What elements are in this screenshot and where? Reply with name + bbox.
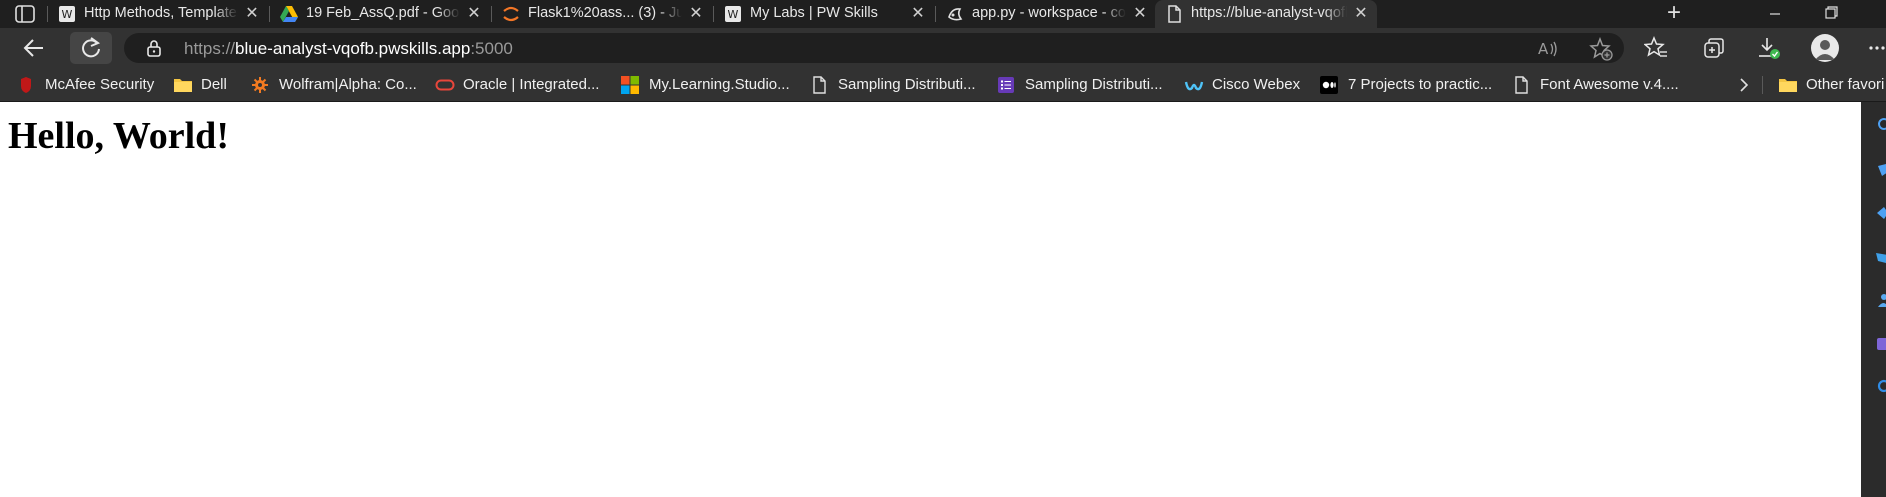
restore-button[interactable] — [1808, 0, 1854, 28]
bookmark-label: Oracle | Integrated... — [463, 76, 600, 93]
favorites-icon[interactable] — [1643, 36, 1668, 60]
tab-http-methods[interactable]: W Http Methods, Templates, Pr ✕ — [48, 0, 268, 28]
tools-icon[interactable] — [1874, 205, 1886, 221]
profile-avatar[interactable] — [1811, 34, 1839, 62]
bookmark-label: Other favori — [1806, 76, 1885, 93]
page-icon — [810, 76, 828, 94]
tab-title: My Labs | PW Skills — [750, 5, 878, 21]
minimize-button[interactable] — [1752, 0, 1798, 28]
svg-text:W: W — [62, 8, 73, 21]
tab-code-server[interactable]: app.py - workspace - code- ✕ — [936, 0, 1156, 28]
search-icon[interactable] — [1874, 116, 1886, 132]
bookmarks-separator — [1762, 76, 1763, 94]
new-tab-button[interactable]: + — [1662, 1, 1686, 26]
svg-text:A: A — [1538, 40, 1549, 58]
medium-icon — [1320, 76, 1338, 94]
bookmark-label: Dell — [201, 76, 227, 93]
office-icon[interactable] — [1874, 336, 1886, 352]
url-text[interactable]: https://blue-analyst-vqofb.pwskills.app:… — [184, 39, 513, 59]
tab-active-flask-app[interactable]: https://blue-analyst-vqofb.p ✕ — [1155, 0, 1377, 28]
folder-icon — [1778, 76, 1797, 94]
svg-text:W: W — [728, 8, 739, 21]
wordpress-icon: W — [724, 5, 742, 23]
back-button[interactable] — [18, 34, 50, 62]
collections-icon[interactable] — [1702, 36, 1726, 60]
games-icon[interactable] — [1874, 249, 1886, 265]
user-icon — [1815, 40, 1835, 60]
close-icon[interactable]: ✕ — [466, 5, 482, 23]
tab-actions-icon[interactable] — [14, 5, 36, 23]
downloads-icon[interactable] — [1756, 36, 1780, 60]
jupyter-icon — [502, 5, 520, 23]
close-icon[interactable]: ✕ — [688, 5, 704, 23]
refresh-button[interactable] — [70, 32, 112, 64]
close-icon[interactable]: ✕ — [1132, 5, 1148, 23]
tab-title: app.py - workspace - code- — [972, 5, 1126, 21]
tab-strip: W Http Methods, Templates, Pr ✕ 19 Feb_A… — [0, 0, 1886, 28]
bookmark-label: Sampling Distributi... — [1025, 76, 1163, 93]
close-icon[interactable]: ✕ — [1353, 5, 1369, 23]
lock-icon[interactable] — [146, 39, 162, 57]
webex-icon — [1184, 76, 1204, 94]
read-aloud-icon[interactable]: A — [1536, 38, 1560, 62]
tab-title: Flask1%20ass... (3) - Jupyter — [528, 5, 682, 21]
microsoft-icon — [621, 76, 639, 94]
bookmark-label: Font Awesome v.4.... — [1540, 76, 1679, 93]
forms-icon — [997, 76, 1015, 94]
mcafee-icon — [17, 76, 35, 94]
page-icon — [1165, 5, 1183, 23]
more-options-icon[interactable] — [1868, 36, 1886, 60]
wordpress-icon: W — [58, 5, 76, 23]
wolfram-icon — [251, 76, 269, 94]
refresh-icon — [82, 37, 101, 58]
code-server-icon — [946, 5, 964, 23]
tab-jupyter[interactable]: Flask1%20ass... (3) - Jupyter ✕ — [492, 0, 712, 28]
folder-icon — [173, 76, 192, 94]
bookmarks-bar: McAfee Security Dell Wolfram|Alpha: Co..… — [0, 68, 1886, 102]
page-viewport: Hello, World! — [0, 102, 1861, 497]
tab-my-labs[interactable]: W My Labs | PW Skills ✕ — [714, 0, 934, 28]
tab-google-drive-pdf[interactable]: 19 Feb_AssQ.pdf - Google D ✕ — [270, 0, 490, 28]
add-favorite-icon[interactable] — [1589, 36, 1613, 61]
address-bar[interactable]: https://blue-analyst-vqofb.pwskills.app:… — [124, 33, 1624, 63]
oracle-icon — [435, 76, 455, 94]
url-host: blue-analyst-vqofb.pwskills.app — [235, 39, 471, 58]
close-window-button[interactable] — [1854, 0, 1886, 28]
outlook-icon[interactable] — [1874, 378, 1886, 394]
tab-title: https://blue-analyst-vqofb.p — [1191, 5, 1347, 21]
page-heading: Hello, World! — [8, 115, 229, 157]
chevron-right-icon[interactable] — [1734, 75, 1754, 95]
bookmark-label: My.Learning.Studio... — [649, 76, 790, 93]
url-port: :5000 — [470, 39, 513, 58]
google-drive-icon — [280, 5, 298, 23]
page-icon — [1512, 76, 1530, 94]
bookmark-label: McAfee Security — [45, 76, 155, 93]
bookmark-label: Sampling Distributi... — [838, 76, 976, 93]
close-icon[interactable]: ✕ — [244, 5, 260, 23]
bookmark-label: Cisco Webex — [1212, 76, 1301, 93]
tab-title: Http Methods, Templates, Pr — [84, 5, 238, 21]
shopping-tag-icon[interactable] — [1874, 162, 1886, 178]
bookmark-label: Wolfram|Alpha: Co... — [279, 76, 417, 93]
people-icon[interactable] — [1874, 292, 1886, 308]
browser-toolbar: https://blue-analyst-vqofb.pwskills.app:… — [0, 28, 1886, 68]
close-icon[interactable]: ✕ — [910, 5, 926, 23]
url-scheme: https:// — [184, 39, 236, 58]
tab-title: 19 Feb_AssQ.pdf - Google D — [306, 5, 460, 21]
bookmark-label: 7 Projects to practic... — [1348, 76, 1493, 93]
edge-sidebar — [1861, 102, 1886, 497]
